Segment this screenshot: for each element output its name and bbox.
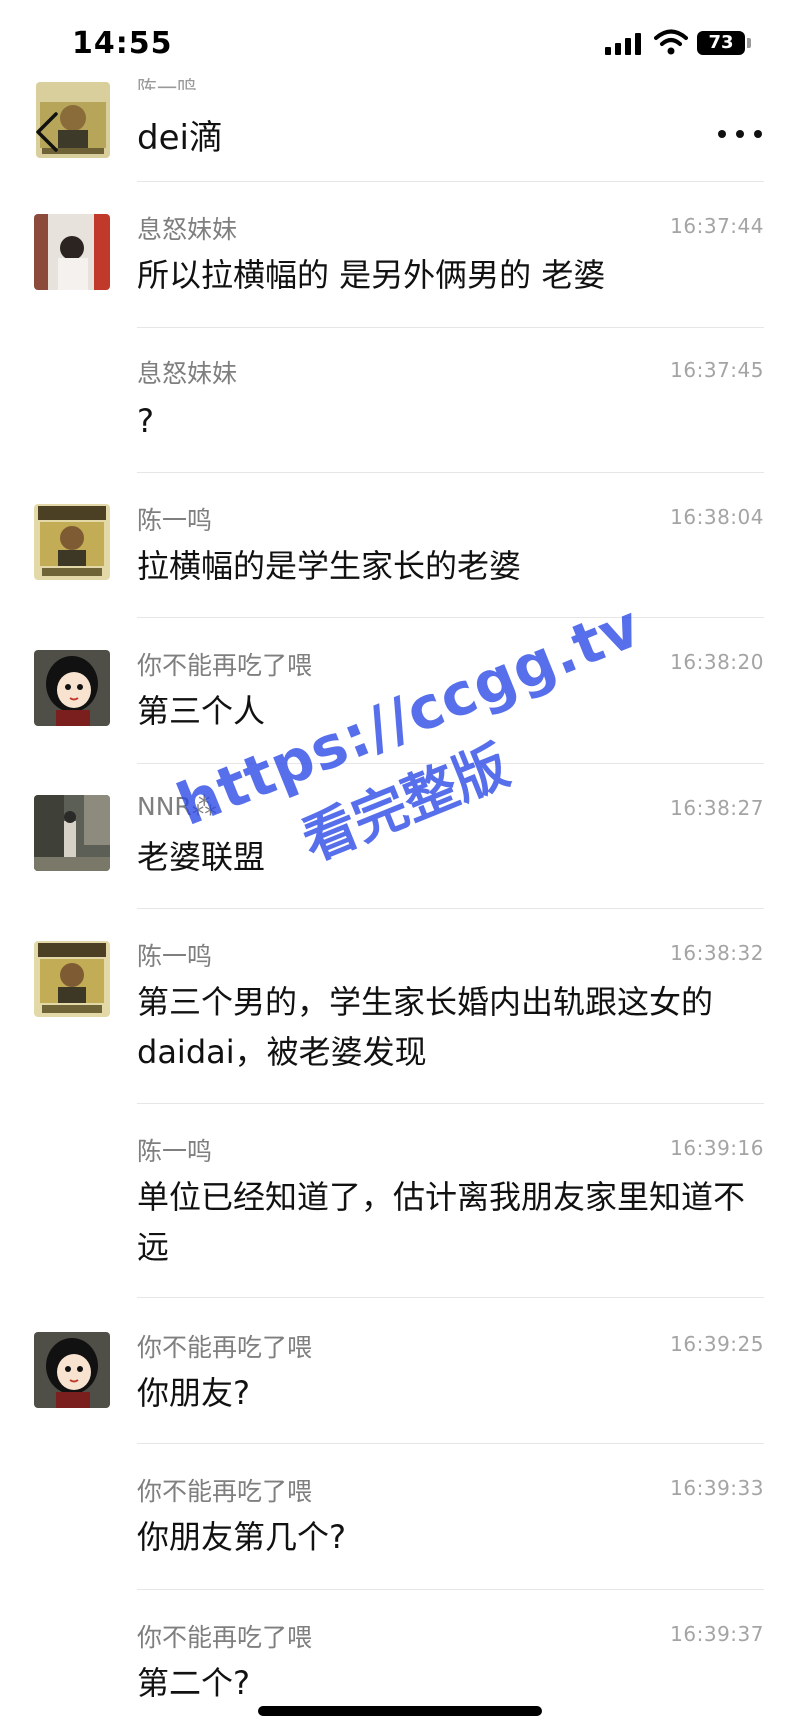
timestamp: 16:38:20 [670, 650, 764, 674]
avatar[interactable] [34, 795, 110, 871]
divider [137, 1103, 764, 1104]
home-indicator[interactable] [258, 1706, 542, 1716]
chat-header: 陈一鸣 dei滴 [0, 70, 800, 182]
header-subtitle: 陈一鸣 [137, 76, 197, 90]
timestamp: 16:39:33 [670, 1476, 764, 1500]
more-icon[interactable] [718, 130, 762, 142]
avatar[interactable] [34, 504, 110, 580]
divider [137, 908, 764, 909]
divider [137, 1589, 764, 1590]
timestamp: 16:39:25 [670, 1332, 764, 1356]
divider [137, 617, 764, 618]
message-text: 单位已经知道了，估计离我朋友家里知道不远 [137, 1178, 746, 1266]
timestamp: 16:39:37 [670, 1622, 764, 1646]
chat-title: dei滴 [137, 118, 223, 158]
timestamp: 16:38:32 [670, 941, 764, 965]
sender-name: NNR⁂ [137, 792, 217, 821]
sender-name: 陈一鸣 [137, 942, 213, 971]
message-text: ? [137, 402, 154, 440]
sender-name: 陈一鸣 [137, 506, 213, 535]
sender-name: 你不能再吃了喂 [137, 1623, 313, 1652]
battery-icon: 73 [697, 31, 745, 55]
status-time: 14:55 [72, 26, 173, 61]
message-text: 你朋友? [137, 1374, 250, 1412]
timestamp: 16:37:44 [670, 214, 764, 238]
timestamp: 16:38:04 [670, 505, 764, 529]
sender-name: 你不能再吃了喂 [137, 651, 313, 680]
divider [137, 1297, 764, 1298]
timestamp: 16:37:45 [670, 358, 764, 382]
battery-nub [747, 38, 751, 48]
avatar[interactable] [34, 941, 110, 1017]
divider [137, 1443, 764, 1444]
sender-name: 息怒妹妹 [137, 215, 238, 244]
wifi-icon [654, 29, 688, 55]
avatar[interactable] [34, 650, 110, 726]
timestamp: 16:38:27 [670, 796, 764, 820]
message-text: 老婆联盟 [137, 838, 266, 876]
sender-name: 你不能再吃了喂 [137, 1333, 313, 1362]
divider [137, 763, 764, 764]
message-text: 你朋友第几个? [137, 1518, 346, 1556]
message-text: 第三个男的，学生家长婚内出轨跟这女的daidai，被老婆发现 [137, 983, 714, 1071]
divider [137, 181, 764, 182]
timestamp: 16:39:16 [670, 1136, 764, 1160]
avatar[interactable] [34, 1332, 110, 1408]
signal-icon [605, 33, 643, 55]
message-text: 所以拉横幅的 是另外俩男的 老婆 [137, 256, 606, 294]
message-text: 第二个? [137, 1664, 250, 1702]
message-text: 拉横幅的是学生家长的老婆 [137, 547, 522, 585]
sender-name: 息怒妹妹 [137, 359, 238, 388]
divider [137, 472, 764, 473]
sender-name: 陈一鸣 [137, 1137, 213, 1166]
message-text: 第三个人 [137, 692, 266, 730]
divider [137, 327, 764, 328]
avatar[interactable] [34, 214, 110, 290]
sender-name: 你不能再吃了喂 [137, 1477, 313, 1506]
chevron-left-icon[interactable] [30, 110, 64, 154]
